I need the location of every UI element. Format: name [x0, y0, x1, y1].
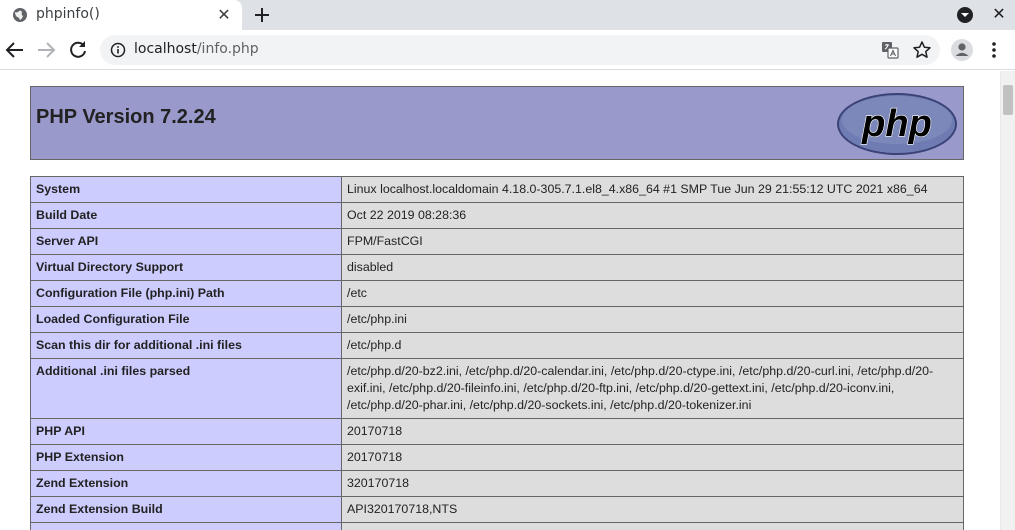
table-row: Configuration File (php.ini) Path/etc: [30, 280, 964, 307]
row-key: Additional .ini files parsed: [30, 358, 342, 419]
browser-toolbar: localhost/info.php: [0, 30, 1015, 70]
address-bar[interactable]: localhost/info.php: [100, 35, 940, 65]
translate-icon[interactable]: [881, 41, 899, 59]
table-row: System Linux localhost.localdomain 4.18.0…: [30, 176, 964, 203]
table-row: Additional .ini files parsed/etc/php.d/2…: [30, 358, 964, 419]
profile-avatar-icon[interactable]: [950, 38, 974, 62]
row-value: FPM/FastCGI: [341, 228, 964, 255]
row-value: 20170718: [341, 418, 964, 445]
row-key: System: [30, 176, 342, 203]
row-key: [30, 522, 342, 530]
row-key: Scan this dir for additional .ini files: [30, 332, 342, 359]
table-row: Zend Extension Build API320170718,NTS: [30, 496, 964, 523]
row-value: [341, 522, 964, 530]
php-logo-text: php: [861, 103, 932, 145]
forward-arrow-icon[interactable]: [34, 38, 58, 62]
kebab-menu-icon[interactable]: [986, 38, 1002, 62]
table-row: [30, 522, 964, 530]
scrollbar-thumb[interactable]: [1003, 85, 1013, 115]
back-arrow-icon[interactable]: [3, 38, 27, 62]
table-row: PHP API 20170718: [30, 418, 964, 445]
vertical-scrollbar[interactable]: [1000, 71, 1015, 530]
table-row: PHP Extension 20170718: [30, 444, 964, 471]
row-key: PHP API: [30, 418, 342, 445]
globe-icon: [13, 8, 27, 22]
php-logo[interactable]: php: [836, 92, 958, 156]
row-value: 20170718: [341, 444, 964, 471]
info-icon[interactable]: [110, 42, 126, 58]
table-row: Scan this dir for additional .ini files /…: [30, 332, 964, 359]
row-key: Server API: [30, 228, 342, 255]
table-row: Loaded Configuration File/etc/php.ini: [30, 306, 964, 333]
tab-strip: phpinfo() ✕ ✕: [0, 0, 1015, 30]
row-value: /etc/php.d/20-bz2.ini, /etc/php.d/20-cal…: [341, 358, 964, 419]
php-info-table: System Linux localhost.localdomain 4.18.0…: [30, 176, 964, 530]
reload-icon[interactable]: [66, 38, 90, 62]
table-row: Server API FPM/FastCGI: [30, 228, 964, 255]
new-tab-icon[interactable]: [252, 5, 272, 25]
row-key: Build Date: [30, 202, 342, 229]
table-row: Zend Extension 320170718: [30, 470, 964, 497]
tab-phpinfo[interactable]: phpinfo() ✕: [0, 0, 242, 30]
row-value: /etc/php.d: [341, 332, 964, 359]
row-value: /etc: [341, 280, 964, 307]
window-close-icon[interactable]: ✕: [990, 5, 1008, 23]
row-key: Zend Extension Build: [30, 496, 342, 523]
row-value: Linux localhost.localdomain 4.18.0-305.7…: [341, 176, 964, 203]
page-viewport: PHP Version 7.2.24 php System Linux local…: [0, 71, 1000, 530]
page-title: PHP Version 7.2.24: [36, 106, 216, 128]
row-key: Zend Extension: [30, 470, 342, 497]
tab-close-icon[interactable]: ✕: [215, 6, 233, 24]
row-key: Configuration File (php.ini) Path: [30, 280, 342, 307]
row-key: PHP Extension: [30, 444, 342, 471]
tab-title: phpinfo(): [36, 6, 100, 22]
row-value: /etc/php.ini: [341, 306, 964, 333]
row-value: Oct 22 2019 08:28:36: [341, 202, 964, 229]
php-version-header: PHP Version 7.2.24 php: [30, 86, 964, 160]
row-key: Virtual Directory Support: [30, 254, 342, 281]
row-value: disabled: [341, 254, 964, 281]
row-value: 320170718: [341, 470, 964, 497]
table-row: Build Date Oct 22 2019 08:28:36: [30, 202, 964, 229]
chevron-down-icon[interactable]: [956, 6, 974, 24]
url-path: /info.php: [196, 41, 259, 57]
table-row: Virtual Directory Support disabled: [30, 254, 964, 281]
url-text[interactable]: localhost/info.php: [134, 41, 259, 57]
row-key: Loaded Configuration File: [30, 306, 342, 333]
bookmark-star-icon[interactable]: [912, 40, 932, 60]
url-host: localhost: [134, 41, 197, 57]
row-value: API320170718,NTS: [341, 496, 964, 523]
